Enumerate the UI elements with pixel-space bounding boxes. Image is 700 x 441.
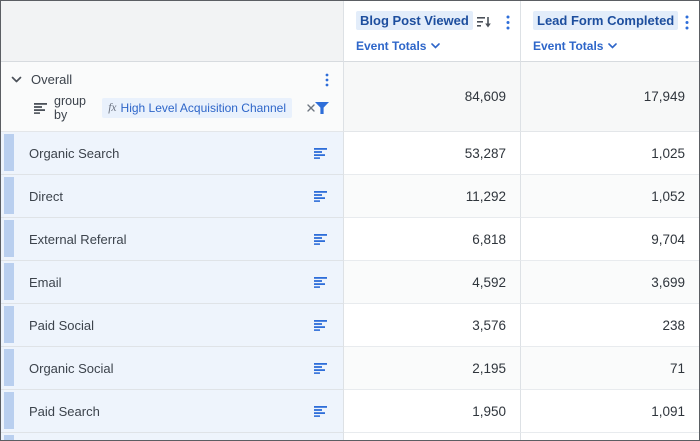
row-value-blog-post-viewed: 1,950 [344, 390, 521, 433]
row-value-lead-form-completed: 238 [521, 304, 699, 347]
row-label: Direct [29, 189, 63, 204]
row-label-cell: Paid Social [1, 304, 344, 347]
table-header-row: Blog Post Viewed Event Totals Lead Form … [1, 1, 699, 62]
row-accent-bar [4, 392, 14, 429]
group-bars-icon [34, 103, 47, 114]
column-header-lead-form-completed: Lead Form Completed Event Totals [521, 1, 699, 62]
row-label: Paid Social [29, 318, 94, 333]
chevron-down-icon [431, 43, 440, 49]
group-bars-icon[interactable] [314, 191, 327, 202]
overall-label-cell: Overall group by fx High Level Acquisiti… [1, 62, 344, 132]
group-by-property-name: High Level Acquisition Channel [121, 101, 286, 115]
table-row: Organic Social 2,195 71 [1, 347, 699, 390]
row-label-cell: Paid Search [1, 390, 344, 433]
metric-label: Event Totals [356, 39, 426, 53]
partial-next-row [1, 433, 699, 440]
group-by-property-chip[interactable]: fx High Level Acquisition Channel [102, 98, 292, 118]
table-row: Organic Search 53,287 1,025 [1, 132, 699, 175]
table-row: Email 4,592 3,699 [1, 261, 699, 304]
row-label: Organic Search [29, 146, 119, 161]
row-value-lead-form-completed: 1,052 [521, 175, 699, 218]
collapse-chevron-icon[interactable] [11, 76, 22, 83]
row-accent-bar [4, 349, 14, 386]
row-label-cell: Organic Social [1, 347, 344, 390]
row-accent-bar [4, 220, 14, 257]
table-row: Direct 11,292 1,052 [1, 175, 699, 218]
column-header-blog-post-viewed: Blog Post Viewed Event Totals [344, 1, 521, 62]
row-value-lead-form-completed: 1,025 [521, 132, 699, 175]
chevron-down-icon [608, 43, 617, 49]
row-value-lead-form-completed: 1,091 [521, 390, 699, 433]
filter-funnel-icon[interactable] [315, 102, 329, 114]
group-bars-icon[interactable] [314, 363, 327, 374]
table-row: Paid Social 3,576 238 [1, 304, 699, 347]
overall-value-lead-form-completed: 17,949 [521, 62, 699, 132]
row-label-cell: Direct [1, 175, 344, 218]
group-by-label: group by [54, 94, 95, 122]
table-row: Paid Search 1,950 1,091 [1, 390, 699, 433]
group-bars-icon[interactable] [314, 277, 327, 288]
group-bars-icon[interactable] [314, 406, 327, 417]
row-label-cell: Email [1, 261, 344, 304]
metric-selector[interactable]: Event Totals [533, 39, 689, 53]
row-label: Paid Search [29, 404, 100, 419]
metric-selector[interactable]: Event Totals [356, 39, 510, 53]
sort-descending-icon[interactable] [477, 16, 492, 29]
event-segmentation-table: Blog Post Viewed Event Totals Lead Form … [0, 0, 700, 441]
table-body: Organic Search 53,287 1,025 Direct 11,29… [1, 132, 699, 433]
row-menu-icon[interactable] [325, 73, 329, 87]
row-value-lead-form-completed: 9,704 [521, 218, 699, 261]
group-bars-icon[interactable] [314, 148, 327, 159]
header-corner-cell [1, 1, 344, 62]
event-name-label[interactable]: Blog Post Viewed [356, 11, 473, 30]
row-accent-bar [4, 177, 14, 214]
row-value-blog-post-viewed: 2,195 [344, 347, 521, 390]
row-value-blog-post-viewed: 3,576 [344, 304, 521, 347]
row-value-lead-form-completed: 71 [521, 347, 699, 390]
remove-group-by-icon[interactable] [307, 104, 315, 112]
row-accent-bar [4, 134, 14, 171]
event-name-label[interactable]: Lead Form Completed [533, 11, 678, 30]
row-label-cell: Organic Search [1, 132, 344, 175]
row-value-blog-post-viewed: 6,818 [344, 218, 521, 261]
overall-label: Overall [31, 72, 72, 87]
row-value-blog-post-viewed: 11,292 [344, 175, 521, 218]
row-value-lead-form-completed: 3,699 [521, 261, 699, 304]
row-value-blog-post-viewed: 4,592 [344, 261, 521, 304]
overall-row: Overall group by fx High Level Acquisiti… [1, 62, 699, 132]
row-value-blog-post-viewed: 53,287 [344, 132, 521, 175]
group-bars-icon[interactable] [314, 234, 327, 245]
row-label: Email [29, 275, 62, 290]
table-row: External Referral 6,818 9,704 [1, 218, 699, 261]
metric-label: Event Totals [533, 39, 603, 53]
column-menu-icon[interactable] [506, 15, 510, 30]
row-label-cell: External Referral [1, 218, 344, 261]
row-label: Organic Social [29, 361, 114, 376]
row-accent-bar [4, 435, 14, 440]
formula-icon: fx [108, 102, 116, 114]
group-bars-icon[interactable] [314, 320, 327, 331]
row-accent-bar [4, 306, 14, 343]
column-menu-icon[interactable] [685, 15, 689, 30]
overall-value-blog-post-viewed: 84,609 [344, 62, 521, 132]
row-label-cell [1, 433, 344, 440]
row-label: External Referral [29, 232, 127, 247]
row-accent-bar [4, 263, 14, 300]
